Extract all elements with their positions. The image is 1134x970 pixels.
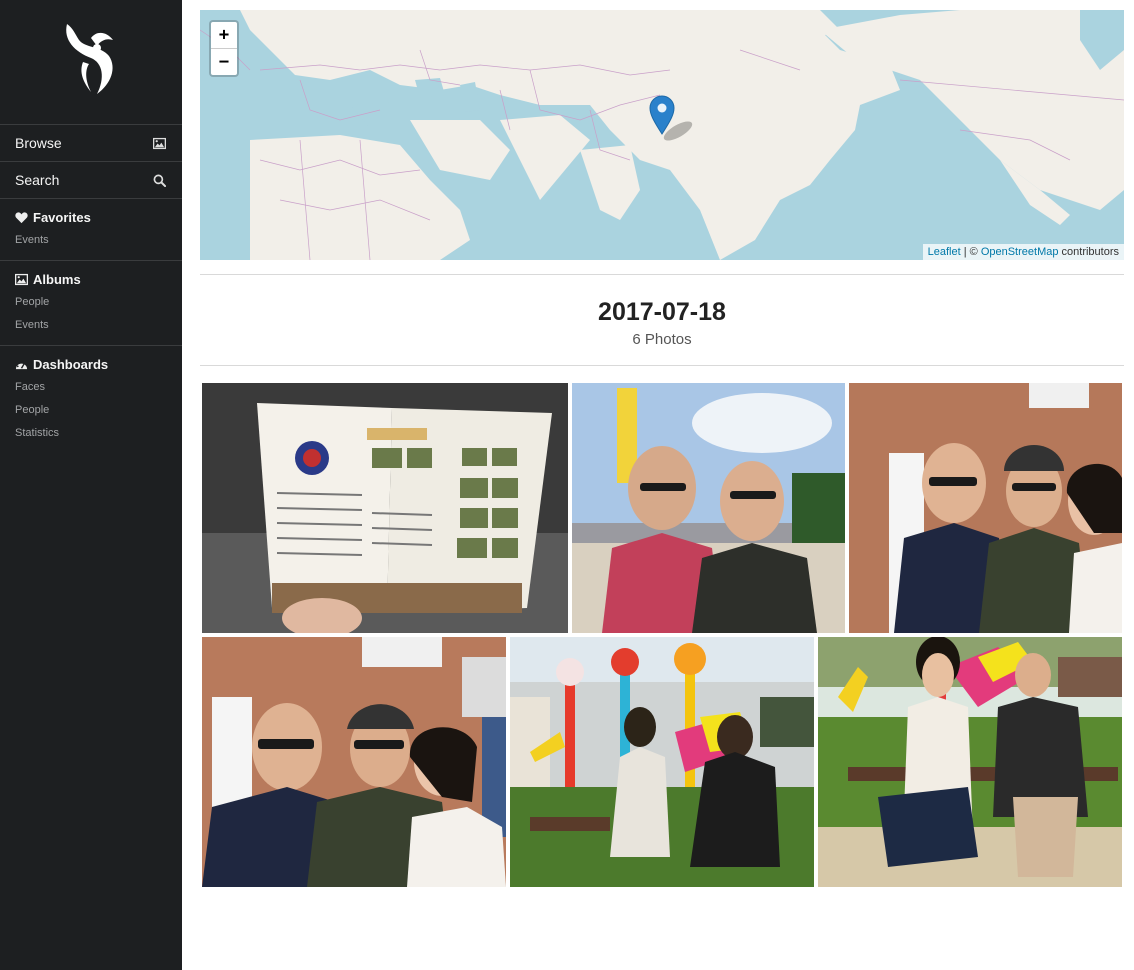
albums-people-link[interactable]: People (15, 294, 182, 310)
header-divider-top (200, 274, 1124, 275)
attribution-separator: | © (960, 246, 981, 258)
photo-image (510, 637, 814, 887)
dashboards-people-link[interactable]: People (15, 402, 182, 418)
sidebar: Browse Search Favorites Events Albums Pe… (0, 0, 182, 970)
zoom-out-button[interactable]: − (211, 48, 237, 75)
albums-events-link[interactable]: Events (15, 317, 182, 333)
photo-thumbnail[interactable] (202, 637, 506, 887)
nav-section-favorites: Favorites Events (0, 198, 182, 260)
app-logo[interactable] (0, 0, 182, 124)
nav-section-dashboards: Dashboards Faces People Statistics (0, 345, 182, 453)
search-icon (153, 174, 166, 187)
favorites-label: Favorites (33, 209, 91, 225)
photo-thumbnail[interactable] (849, 383, 1122, 633)
map-attribution: Leaflet | © OpenStreetMap contributors (922, 244, 1124, 260)
nav-search[interactable]: Search (0, 161, 182, 198)
zoom-in-button[interactable]: + (211, 22, 237, 48)
attribution-suffix: contributors (1058, 246, 1119, 258)
favorites-events-link[interactable]: Events (15, 232, 182, 248)
dashboards-statistics-link[interactable]: Statistics (15, 425, 182, 441)
photo-thumbnail[interactable] (818, 637, 1122, 887)
nav-browse-label: Browse (15, 135, 62, 151)
nav-browse[interactable]: Browse (0, 124, 182, 161)
location-map[interactable]: + − Leaflet | © OpenStreetMap contributo… (200, 10, 1124, 260)
photo-count: 6 Photos (632, 331, 692, 348)
map-zoom-control: + − (209, 20, 239, 77)
map-tiles (200, 10, 1124, 260)
nav-search-label: Search (15, 172, 60, 188)
event-date-title: 2017-07-18 (598, 298, 726, 326)
osm-link[interactable]: OpenStreetMap (981, 246, 1059, 258)
leaflet-link[interactable]: Leaflet (928, 246, 961, 258)
header-divider-bottom (200, 365, 1124, 366)
dashboard-icon (15, 360, 28, 369)
favorites-title[interactable]: Favorites (15, 209, 182, 225)
image-icon (153, 137, 166, 149)
logo-icon (66, 24, 113, 94)
photo-image (818, 637, 1122, 887)
albums-label: Albums (33, 271, 81, 287)
albums-title[interactable]: Albums (15, 271, 182, 287)
dashboards-faces-link[interactable]: Faces (15, 379, 182, 395)
photo-thumbnail[interactable] (572, 383, 845, 633)
dashboards-label: Dashboards (33, 356, 109, 372)
image-icon (15, 273, 28, 285)
photo-image (202, 637, 506, 887)
photo-thumbnail[interactable] (202, 383, 568, 633)
photo-image (849, 383, 1122, 633)
heart-icon (15, 211, 28, 223)
photo-image (572, 383, 845, 633)
photo-image (202, 383, 568, 633)
photo-thumbnail[interactable] (510, 637, 814, 887)
dashboards-title[interactable]: Dashboards (15, 356, 182, 372)
nav-section-albums: Albums People Events (0, 260, 182, 345)
